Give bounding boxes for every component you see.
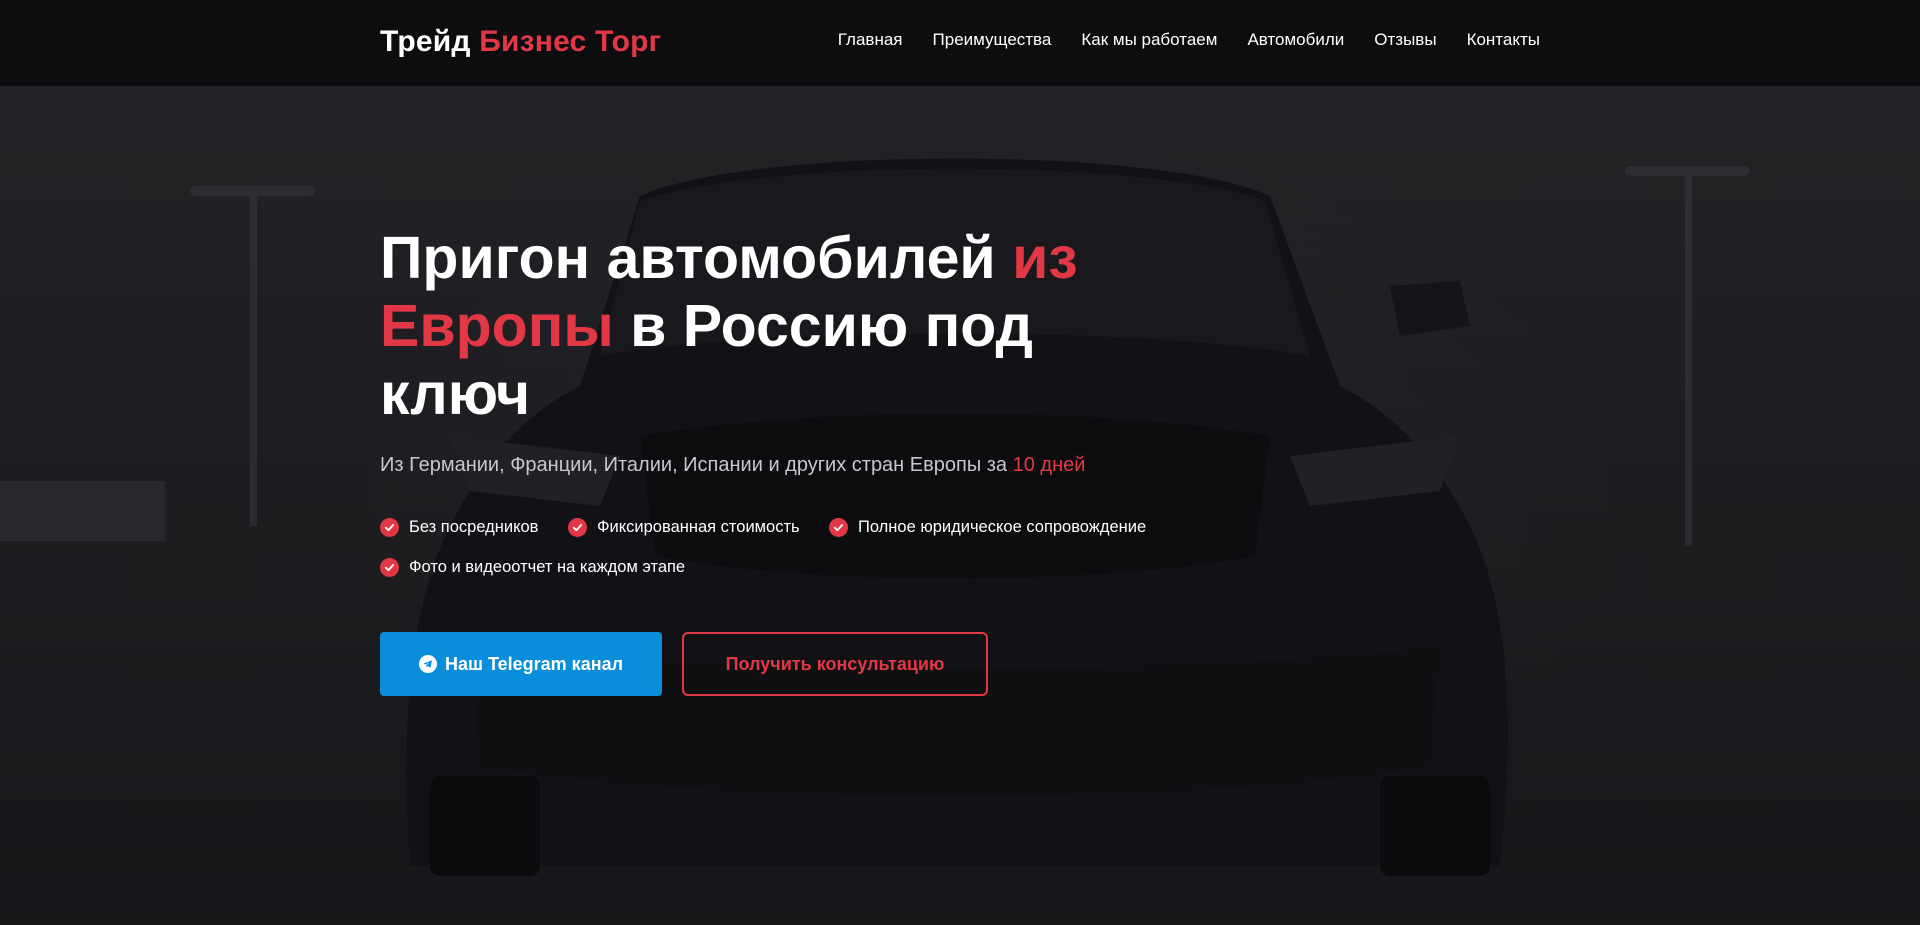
feature-item: Без посредников bbox=[380, 518, 538, 537]
telegram-icon bbox=[418, 655, 437, 673]
check-icon bbox=[380, 558, 399, 577]
feature-item: Фиксированная стоимость bbox=[568, 518, 800, 537]
feature-label: Фиксированная стоимость bbox=[597, 518, 800, 536]
telegram-channel-button[interactable]: Наш Telegram канал bbox=[380, 632, 662, 696]
telegram-button-label: Наш Telegram канал bbox=[444, 653, 624, 674]
check-icon bbox=[829, 518, 848, 537]
hero-dark-overlay bbox=[0, 86, 1920, 925]
feature-label: Полное юридическое сопровождение bbox=[858, 518, 1147, 536]
brand-name-part1: Трейд bbox=[380, 25, 471, 58]
subtitle-text: Из Германии, Франции, Италии, Испании и … bbox=[380, 454, 1008, 476]
feature-item: Фото и видеоотчет на каждом этапе bbox=[380, 558, 685, 577]
subtitle-accent: 10 дней bbox=[1012, 454, 1086, 476]
nav-item-advantages[interactable]: Преимущества bbox=[933, 30, 1052, 50]
check-icon bbox=[380, 518, 399, 537]
nav-item-cars[interactable]: Автомобили bbox=[1247, 30, 1344, 50]
nav-item-reviews[interactable]: Отзывы bbox=[1374, 30, 1436, 50]
get-consultation-button[interactable]: Получить консультацию bbox=[682, 632, 988, 696]
feature-item: Полное юридическое сопровождение bbox=[829, 518, 1146, 537]
nav-item-home[interactable]: Главная bbox=[838, 30, 903, 50]
feature-label: Фото и видеоотчет на каждом этапе bbox=[409, 558, 686, 576]
brand-name-part2: Бизнес Торг bbox=[479, 25, 662, 58]
nav-item-how-we-work[interactable]: Как мы работаем bbox=[1081, 30, 1217, 50]
consult-button-label: Получить консультацию bbox=[725, 653, 945, 674]
headline-part1: Пригон автомобилей bbox=[380, 225, 996, 291]
hero-subtitle: Из Германии, Франции, Италии, Испании и … bbox=[380, 454, 1085, 477]
check-icon bbox=[568, 518, 587, 537]
nav-item-contacts[interactable]: Контакты bbox=[1467, 30, 1540, 50]
feature-label: Без посредников bbox=[409, 518, 539, 536]
site-header: Трейд Бизнес Торг Главная Преимущества К… bbox=[0, 0, 1920, 86]
brand-logo[interactable]: Трейд Бизнес Торг bbox=[380, 25, 661, 59]
hero-section: Пригон автомобилей из Европы в Россию по… bbox=[0, 86, 1920, 925]
hero-headline: Пригон автомобилей из Европы в Россию по… bbox=[380, 224, 1180, 428]
main-nav: Главная Преимущества Как мы работаем Авт… bbox=[838, 30, 1540, 50]
